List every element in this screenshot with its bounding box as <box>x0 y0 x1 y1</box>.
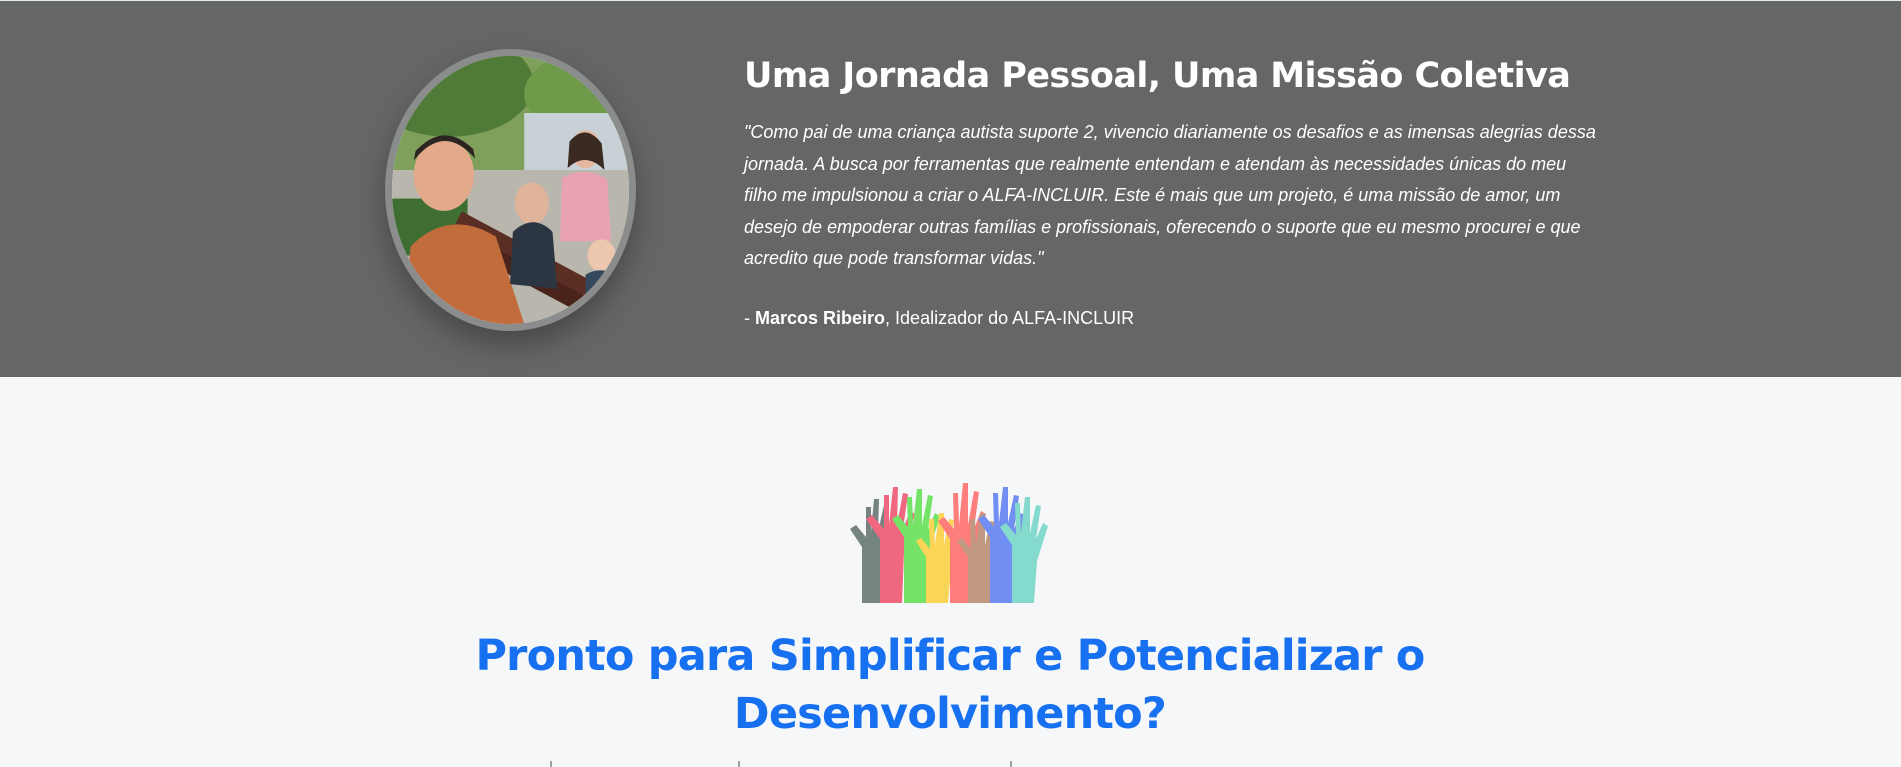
cta-heading-line-1: Pronto para Simplificar e Potencializar … <box>475 631 1425 681</box>
author-prefix: - <box>744 307 755 328</box>
next-paragraph-cutoff <box>540 761 1020 767</box>
author-name: Marcos Ribeiro <box>755 307 886 328</box>
raised-hands-icon <box>850 483 1048 603</box>
cta-section: Pronto para Simplificar e Potencializar … <box>0 377 1901 767</box>
cta-heading: Pronto para Simplificar e Potencializar … <box>450 627 1450 743</box>
family-photo-image <box>392 56 629 324</box>
testimonial-quote: "Como pai de uma criança autista suporte… <box>744 122 1596 268</box>
author-role: , Idealizador do ALFA-INCLUIR <box>885 307 1135 328</box>
testimonial-quote-block: Uma Jornada Pessoal, Uma Missão Coletiva… <box>744 53 1614 330</box>
testimonial-section: Uma Jornada Pessoal, Uma Missão Coletiva… <box>0 0 1901 377</box>
founder-family-photo <box>385 49 636 331</box>
raised-hands-illustration <box>840 477 1060 603</box>
testimonial-author: - Marcos Ribeiro, Idealizador do ALFA-IN… <box>744 306 1614 330</box>
cta-heading-line-2: Desenvolvimento? <box>733 689 1167 739</box>
testimonial-title: Uma Jornada Pessoal, Uma Missão Coletiva <box>744 56 1571 96</box>
